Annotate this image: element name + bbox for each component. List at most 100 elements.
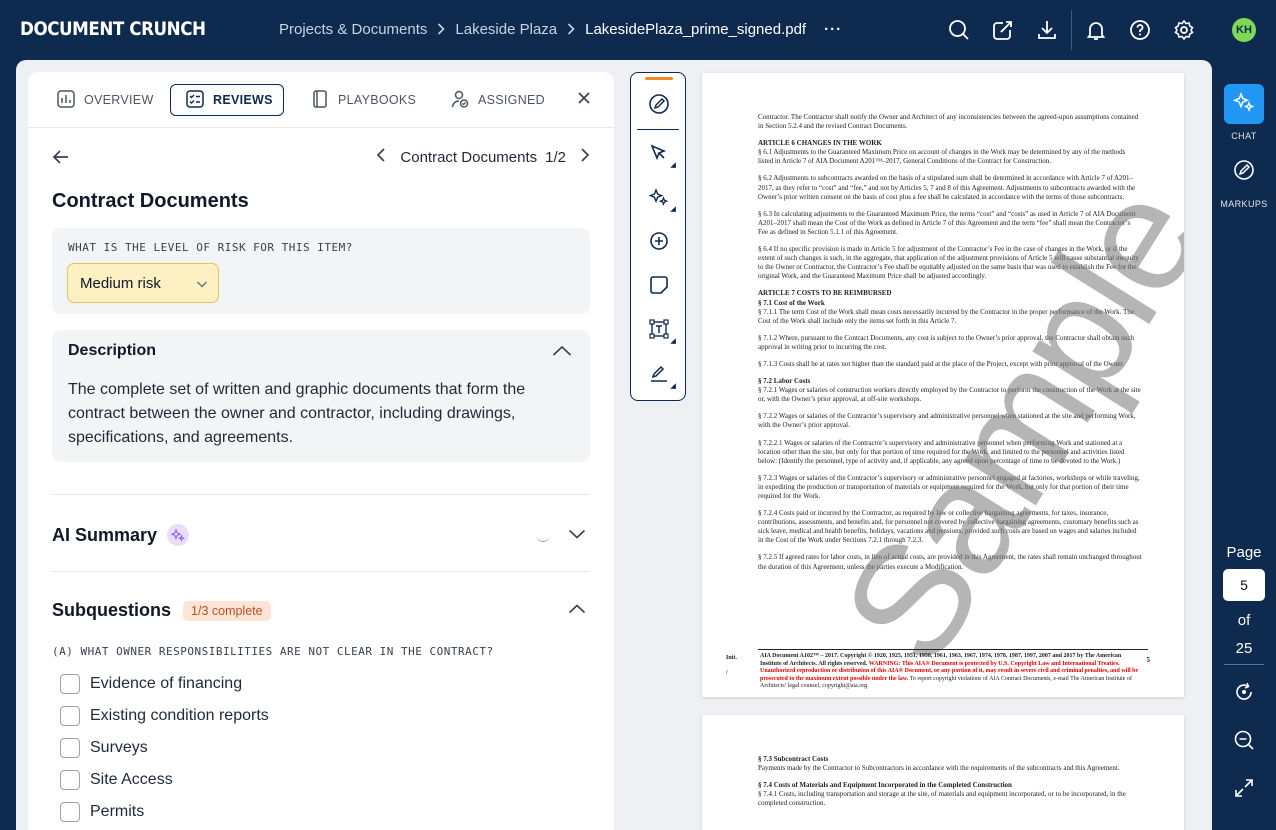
doc-paragraph: § 7.1.3 Costs shall be at rates not high…: [758, 359, 1125, 368]
risk-select[interactable]: Medium risk: [67, 263, 219, 303]
doc-paragraph: § 7.2.2.1 Wages or salaries of the Contr…: [758, 438, 1125, 465]
divider: [758, 649, 1148, 650]
item-pager: Contract Documents 1/2: [376, 148, 590, 166]
pen-edit-icon[interactable]: [645, 90, 673, 118]
doc-paragraph: Contractor. The Contractor shall notify …: [758, 113, 1139, 131]
tab-overview[interactable]: OVERVIEW: [42, 84, 168, 116]
pager-text: Contract Documents 1/2: [400, 149, 566, 166]
search-icon[interactable]: [945, 16, 973, 44]
doc-heading: § 7.3 Subcontract Costs: [758, 755, 829, 763]
description-card: Description The complete set of written …: [52, 330, 590, 462]
sticky-note-icon[interactable]: [645, 271, 673, 299]
tab-label: REVIEWS: [213, 93, 273, 107]
rotate-icon: [1233, 681, 1255, 708]
checkbox[interactable]: [60, 738, 80, 758]
cursor-icon[interactable]: [645, 139, 676, 168]
tab-label: OVERVIEW: [84, 93, 154, 107]
checkbox[interactable]: [60, 706, 80, 726]
markup-toolbar: [630, 72, 686, 401]
share-icon[interactable]: [989, 16, 1017, 44]
subquestions-header[interactable]: Subquestions 1/3 complete: [52, 600, 271, 621]
tab-assigned[interactable]: ASSIGNED: [436, 84, 559, 116]
list-item[interactable]: Site Access: [60, 764, 269, 796]
document-page[interactable]: § 7.3 Subcontract Costs Payments made by…: [702, 715, 1184, 830]
signature-icon[interactable]: [645, 360, 676, 389]
breadcrumb-projects[interactable]: Projects & Documents: [279, 21, 427, 38]
gear-icon[interactable]: [1170, 16, 1198, 44]
avatar[interactable]: KH: [1232, 18, 1256, 42]
tab-label: PLAYBOOKS: [338, 93, 417, 107]
add-circle-icon[interactable]: [645, 227, 673, 255]
page-number-input[interactable]: 5: [1223, 569, 1265, 601]
page-label: Page: [1226, 544, 1262, 561]
chevron-up-icon[interactable]: [552, 344, 572, 363]
help-icon[interactable]: [1126, 16, 1154, 44]
chevron-left-icon[interactable]: [376, 148, 386, 166]
chevron-down-icon[interactable]: [568, 527, 586, 545]
pager-label: Contract Documents: [400, 148, 538, 166]
text-box-icon[interactable]: [645, 315, 676, 344]
doc-paragraph: § 6.1 Adjustments to the Guaranteed Maxi…: [758, 148, 1126, 166]
doc-paragraph: § 7.2.5 If agreed rates for labor costs,…: [758, 553, 1142, 571]
right-rail: CHAT MARKUPS Page 5 of 25: [1212, 60, 1276, 830]
dropdown-indicator-icon: [670, 162, 676, 168]
doc-heading: § 7.4 Costs of Materials and Equipment I…: [758, 781, 1012, 790]
bell-icon[interactable]: [1082, 16, 1110, 44]
ai-summary-header[interactable]: AI Summary: [52, 524, 190, 546]
review-icon: [185, 89, 205, 112]
tab-reviews[interactable]: REVIEWS: [170, 84, 284, 116]
pager-count: 1/2: [545, 148, 566, 166]
chevron-right-icon[interactable]: [580, 148, 590, 166]
fullscreen-button[interactable]: [1224, 770, 1264, 810]
doc-paragraph: § 7.4.1 Costs, including transportation …: [758, 790, 1126, 808]
back-arrow-icon[interactable]: [52, 148, 70, 171]
risk-value: Medium risk: [80, 274, 161, 292]
tab-playbooks[interactable]: PLAYBOOKS: [296, 84, 430, 116]
checklist: Evidence of financing Existing condition…: [60, 668, 269, 828]
book-icon: [310, 89, 330, 112]
breadcrumb-project[interactable]: Lakeside Plaza: [455, 21, 557, 38]
chart-icon: [56, 89, 76, 112]
chat-label: CHAT: [1231, 131, 1257, 141]
chevron-down-icon: [196, 277, 208, 294]
doc-heading: ARTICLE 7 COSTS TO BE REIMBURSED: [758, 289, 892, 298]
chat-button[interactable]: [1224, 84, 1264, 124]
doc-paragraph: § 7.1.2 Where, pursuant to the Contract …: [758, 333, 1135, 351]
dropdown-indicator-icon: [670, 338, 676, 344]
tab-label: ASSIGNED: [478, 93, 545, 107]
more-options-button[interactable]: ···: [824, 21, 842, 38]
chevron-up-icon[interactable]: [568, 602, 586, 620]
checkbox[interactable]: [60, 802, 80, 822]
of-label: of: [1237, 612, 1251, 629]
sparkle-icon[interactable]: [645, 183, 676, 212]
checklist-label: Surveys: [90, 739, 148, 756]
close-icon[interactable]: [576, 90, 592, 111]
app-logo[interactable]: DOCUMENT CRUNCH: [20, 18, 206, 40]
sparkle-icon: [167, 524, 190, 546]
doc-heading: § 7.1 Cost of the Work: [758, 298, 825, 307]
zoom-fit-button[interactable]: [1224, 674, 1264, 714]
divider: [1224, 664, 1264, 665]
list-item[interactable]: Permits: [60, 796, 269, 828]
markups-button[interactable]: [1224, 152, 1264, 192]
checkbox[interactable]: [60, 770, 80, 790]
checkbox[interactable]: [60, 674, 80, 694]
copyright-notice: AIA Document A102™ – 2017. Copyright © 1…: [760, 653, 1139, 689]
doc-paragraph: § 7.2.1 Wages or salaries of constructio…: [758, 386, 1141, 404]
dropdown-indicator-icon: [670, 383, 676, 389]
doc-paragraph: § 7.2.3 Wages or salaries of the Contrac…: [758, 473, 1140, 500]
description-heading: Description: [68, 342, 157, 359]
markups-label: MARKUPS: [1220, 199, 1268, 209]
divider: [52, 571, 590, 572]
review-panel: OVERVIEW REVIEWS PLAYBOOKS ASSIGNED Cont…: [28, 72, 614, 830]
user-check-icon: [450, 89, 470, 112]
doc-paragraph: § 7.2.4 Costs paid or incurred by the Co…: [758, 509, 1139, 545]
list-item[interactable]: Surveys: [60, 732, 269, 764]
chevron-right-icon: [567, 22, 575, 38]
total-pages: 25: [1235, 640, 1253, 657]
zoom-out-button[interactable]: [1224, 722, 1264, 762]
list-item[interactable]: Existing condition reports: [60, 700, 269, 732]
download-icon[interactable]: [1033, 16, 1061, 44]
document-page[interactable]: Contractor. The Contractor shall notify …: [702, 73, 1184, 697]
list-item[interactable]: Evidence of financing: [60, 668, 269, 700]
